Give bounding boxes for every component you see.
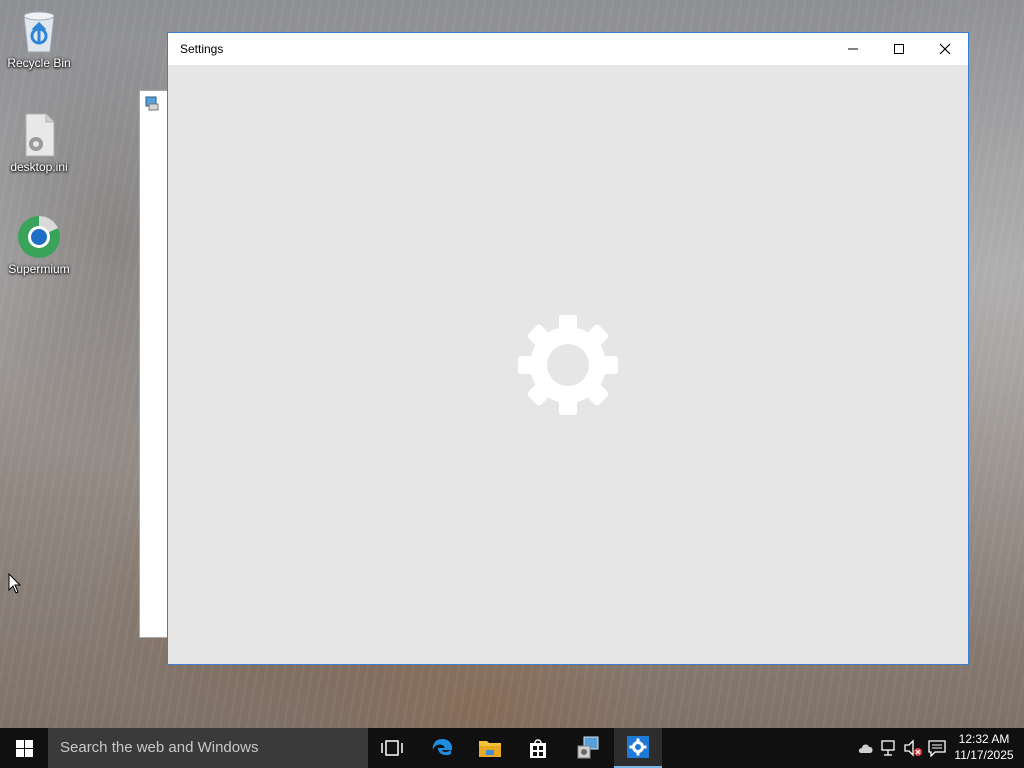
- windows-logo-icon: [15, 739, 33, 757]
- desktop-icon-label: Recycle Bin: [7, 56, 71, 70]
- store-icon: [530, 739, 546, 758]
- control-panel-icon: [145, 96, 159, 111]
- folder-icon: [479, 741, 501, 757]
- minimize-button[interactable]: [830, 33, 876, 65]
- taskbar-file-explorer[interactable]: [466, 728, 514, 768]
- minimize-icon: [848, 48, 858, 50]
- title-bar[interactable]: Settings: [168, 33, 968, 65]
- maximize-button[interactable]: [876, 33, 922, 65]
- maximize-icon: [894, 44, 904, 54]
- taskbar: Search the web and Windows 12:32 AM 11/1…: [0, 728, 1024, 768]
- system-clock[interactable]: 12:32 AM 11/17/2025: [948, 731, 1020, 763]
- taskbar-settings[interactable]: [614, 728, 662, 768]
- action-center-icon[interactable]: [928, 739, 946, 757]
- supermium-browser-icon: [18, 215, 60, 258]
- control-panel-icon: [577, 736, 599, 759]
- desktop-icon-recycle-bin[interactable]: Recycle Bin: [4, 8, 74, 70]
- desktop-icon-supermium[interactable]: Supermium: [4, 214, 74, 276]
- recycle-bin-icon: [23, 11, 55, 53]
- network-icon[interactable]: [880, 739, 898, 757]
- clock-date: 11/17/2025: [954, 748, 1014, 762]
- desktop-icon-label: desktop.ini: [10, 160, 68, 174]
- taskbar-edge[interactable]: [418, 728, 466, 768]
- ini-file-icon: [25, 113, 55, 157]
- close-button[interactable]: [922, 33, 968, 65]
- start-button[interactable]: [0, 728, 48, 768]
- taskbar-store[interactable]: [514, 728, 562, 768]
- gear-icon: [627, 736, 649, 758]
- close-icon: [939, 43, 951, 55]
- mouse-cursor-icon: [8, 573, 22, 594]
- task-view-button[interactable]: [368, 728, 416, 768]
- cloud-icon[interactable]: [857, 739, 875, 757]
- window-title: Settings: [180, 42, 224, 56]
- search-box[interactable]: Search the web and Windows: [48, 728, 368, 768]
- settings-window[interactable]: Settings: [167, 32, 969, 665]
- edge-icon: [432, 739, 453, 756]
- desktop-icon-label: Supermium: [8, 262, 70, 276]
- desktop-icon-desktop-ini[interactable]: desktop.ini: [4, 112, 74, 174]
- taskbar-control-panel[interactable]: [564, 728, 612, 768]
- task-view-icon: [381, 740, 403, 756]
- volume-muted-icon[interactable]: [903, 739, 923, 757]
- loading-gear-icon: [518, 315, 618, 420]
- clock-time: 12:32 AM: [958, 732, 1010, 746]
